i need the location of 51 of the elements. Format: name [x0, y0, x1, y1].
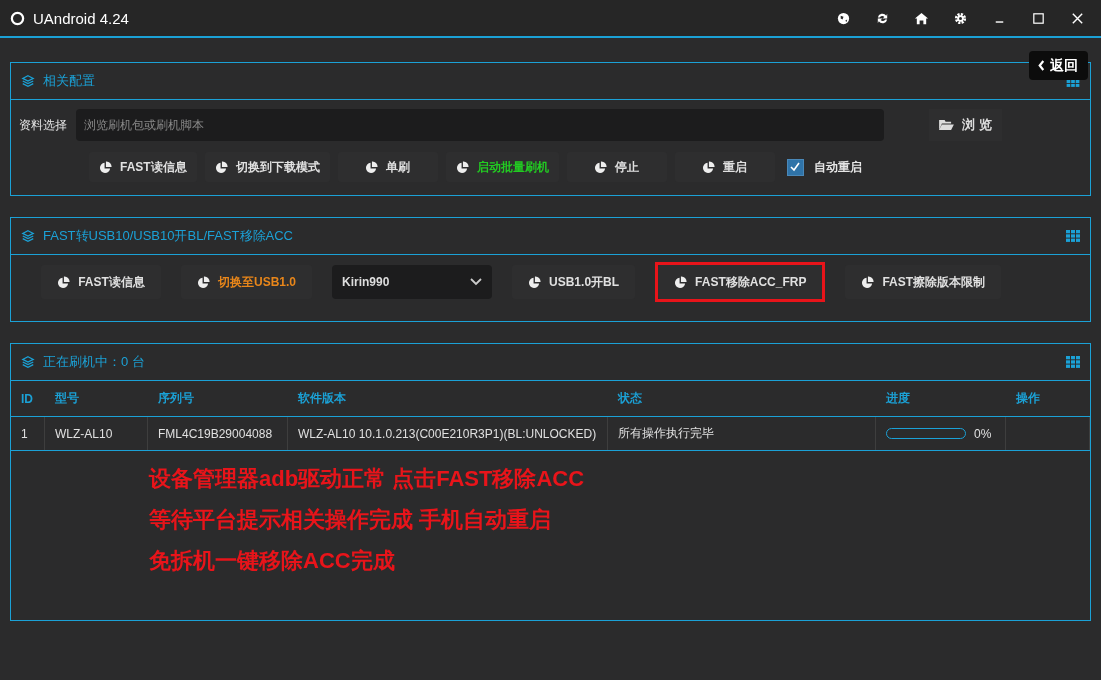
window-title: UAndroid 4.24 [33, 9, 129, 27]
folder-icon [939, 119, 954, 131]
pie-chart-icon [365, 160, 379, 174]
column-header: 型号 [54, 390, 80, 407]
settings-icon[interactable] [953, 10, 968, 26]
annotation-text: 等待平台提示相关操作完成 手机自动重启 [149, 506, 553, 534]
table-cell: 1 [11, 417, 45, 450]
maximize-icon[interactable] [1031, 10, 1046, 26]
pie-chart-icon [99, 160, 112, 174]
back-button[interactable]: 返回 [1029, 51, 1088, 80]
file-field[interactable]: 浏览刷机包或刷机脚本 [76, 109, 884, 141]
checkbox[interactable] [786, 158, 804, 176]
panel-title: 正在刷机中：0 台 [43, 353, 145, 371]
column-header: 软件版本 [297, 390, 347, 407]
panel-title: 相关配置 [43, 72, 95, 90]
pie-chart-icon [57, 275, 71, 289]
pie-chart-icon [214, 160, 228, 174]
table-cell: FML4C19B29004088 [148, 417, 288, 450]
panel-title: FAST转USB10/USB10开BL/FAST移除ACC [43, 227, 293, 245]
ring-logo-icon [10, 10, 25, 26]
pie-chart-icon [861, 275, 875, 289]
file-label: 资料选择 [19, 116, 67, 134]
table-cell: WLZ-AL10 10.1.0.213(C00E210R3P1)(BL:UNLOCKED) [288, 417, 608, 450]
pie-chart-icon [674, 275, 688, 289]
column-header: 进度 [885, 390, 911, 407]
grid-icon[interactable] [1066, 356, 1080, 368]
pie-chart-icon [197, 275, 210, 289]
layers-icon [21, 355, 35, 369]
globe-icon[interactable] [836, 10, 851, 26]
column-header: 状态 [616, 390, 643, 407]
grid-icon[interactable] [1066, 230, 1080, 242]
annotation-text: 免拆机一键移除ACC完成 [149, 547, 396, 575]
progress-text: 0% [974, 426, 992, 441]
annotation-text: 设备管理器adb驱动正常 点击FAST移除ACC [149, 465, 586, 493]
column-header: 序列号 [157, 390, 195, 407]
layers-icon [21, 229, 35, 243]
layers-icon [21, 74, 35, 88]
pie-chart-icon [702, 160, 716, 174]
grid-icon[interactable] [1066, 80, 1080, 87]
pie-chart-icon [455, 160, 469, 174]
column-header: 操作 [1015, 390, 1041, 407]
chip-dropdown[interactable]: Kirin990 [332, 265, 493, 299]
table-cell: 所有操作执行完毕 [608, 417, 876, 450]
column-header: ID [20, 391, 34, 406]
checkbox-label: 自动重启 [813, 158, 862, 176]
chevron-left-icon [1037, 59, 1046, 72]
pie-chart-icon [594, 160, 608, 174]
home-icon[interactable] [914, 10, 929, 26]
pie-chart-icon [528, 275, 542, 289]
table-cell: WLZ-AL10 [45, 417, 148, 450]
caret-icon [470, 278, 483, 286]
